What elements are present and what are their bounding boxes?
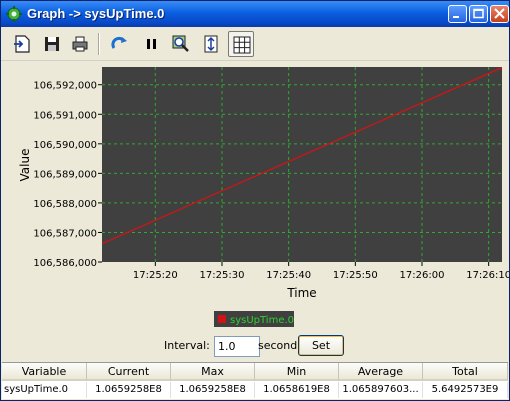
column-header-max[interactable]: Max [171,363,255,381]
toolbar-separator [98,33,100,55]
fit-icon [204,35,218,53]
x-tick-label: 17:26:10 [466,270,509,281]
toolbar [1,28,509,61]
refresh-icon [111,36,127,49]
fit-button[interactable] [198,31,224,57]
x-axis-label: Time [286,286,316,300]
chart: 106,586,000 106,587,000 106,588,000 106,589… [18,67,509,327]
window-title: Graph -> sysUpTime.0 [27,6,165,21]
x-tick-label: 17:25:50 [333,270,378,281]
grid-toggle-button[interactable] [228,31,254,57]
table-cell-average[interactable]: 1.065897603... [339,382,423,398]
minimize-icon [453,16,459,18]
close-icon [494,8,505,19]
interval-unit-label: second [258,339,298,352]
y-tick-label: 106,592,000 [33,81,97,92]
interval-input[interactable] [214,336,260,357]
y-tick-label: 106,591,000 [33,110,97,121]
interval-row: Interval: second Set [1,335,509,359]
grid-icon [233,36,251,54]
set-button[interactable]: Set [298,335,344,356]
column-header-total[interactable]: Total [423,363,508,381]
pause-button[interactable] [139,31,165,57]
y-tick-label: 106,590,000 [33,140,97,151]
graph-panel: 106,586,000 106,587,000 106,588,000 106,589… [1,61,509,361]
export-button[interactable] [9,31,35,57]
minimize-button[interactable] [448,5,467,23]
column-header-variable[interactable]: Variable [2,363,87,381]
pause-icon [147,39,156,49]
table-cell-total[interactable]: 5.6492573E9 [423,382,508,398]
y-axis-label: Value [18,149,32,182]
table-cell-current[interactable]: 1.0659258E8 [87,382,171,398]
y-tick-label: 106,588,000 [33,199,97,210]
y-tick-label: 106,589,000 [33,169,97,180]
save-icon [45,37,59,51]
y-axis-ticks: 106,586,000 106,587,000 106,588,000 106,589… [33,81,102,269]
x-tick-label: 17:25:20 [133,270,178,281]
table-cell-min[interactable]: 1.0658619E8 [255,382,339,398]
zoom-button[interactable] [168,31,194,57]
close-button[interactable] [490,5,509,23]
maximize-button[interactable] [469,5,488,23]
print-icon [72,36,88,52]
column-header-min[interactable]: Min [255,363,339,381]
zoom-icon [172,35,189,52]
refresh-button[interactable] [107,31,133,57]
table-cell-variable[interactable]: sysUpTime.0 [2,382,87,398]
legend-swatch [218,315,226,323]
maximize-icon [473,8,484,19]
title-bar[interactable]: Graph -> sysUpTime.0 [1,1,509,27]
export-icon [14,35,30,53]
x-tick-label: 17:25:30 [200,270,245,281]
y-tick-label: 106,587,000 [33,228,97,239]
stats-table: Variable Current Max Min Average Total s… [2,362,508,399]
table-cell-max[interactable]: 1.0659258E8 [171,382,255,398]
interval-label: Interval: [164,339,210,352]
x-tick-label: 17:26:00 [400,270,445,281]
graph-window: Graph -> sysUpTime.0 106,586,000 106,587… [0,0,510,401]
x-axis-ticks: 17:25:20 17:25:30 17:25:40 17:25:50 17:26:00… [133,262,509,281]
x-tick-label: 17:25:40 [266,270,311,281]
print-button[interactable] [67,31,93,57]
legend-label: sysUpTime.0 [230,315,294,326]
y-tick-label: 106,586,000 [33,258,97,269]
save-button[interactable] [39,31,65,57]
gear-icon [6,6,22,22]
column-header-current[interactable]: Current [87,363,171,381]
column-header-average[interactable]: Average [339,363,423,381]
